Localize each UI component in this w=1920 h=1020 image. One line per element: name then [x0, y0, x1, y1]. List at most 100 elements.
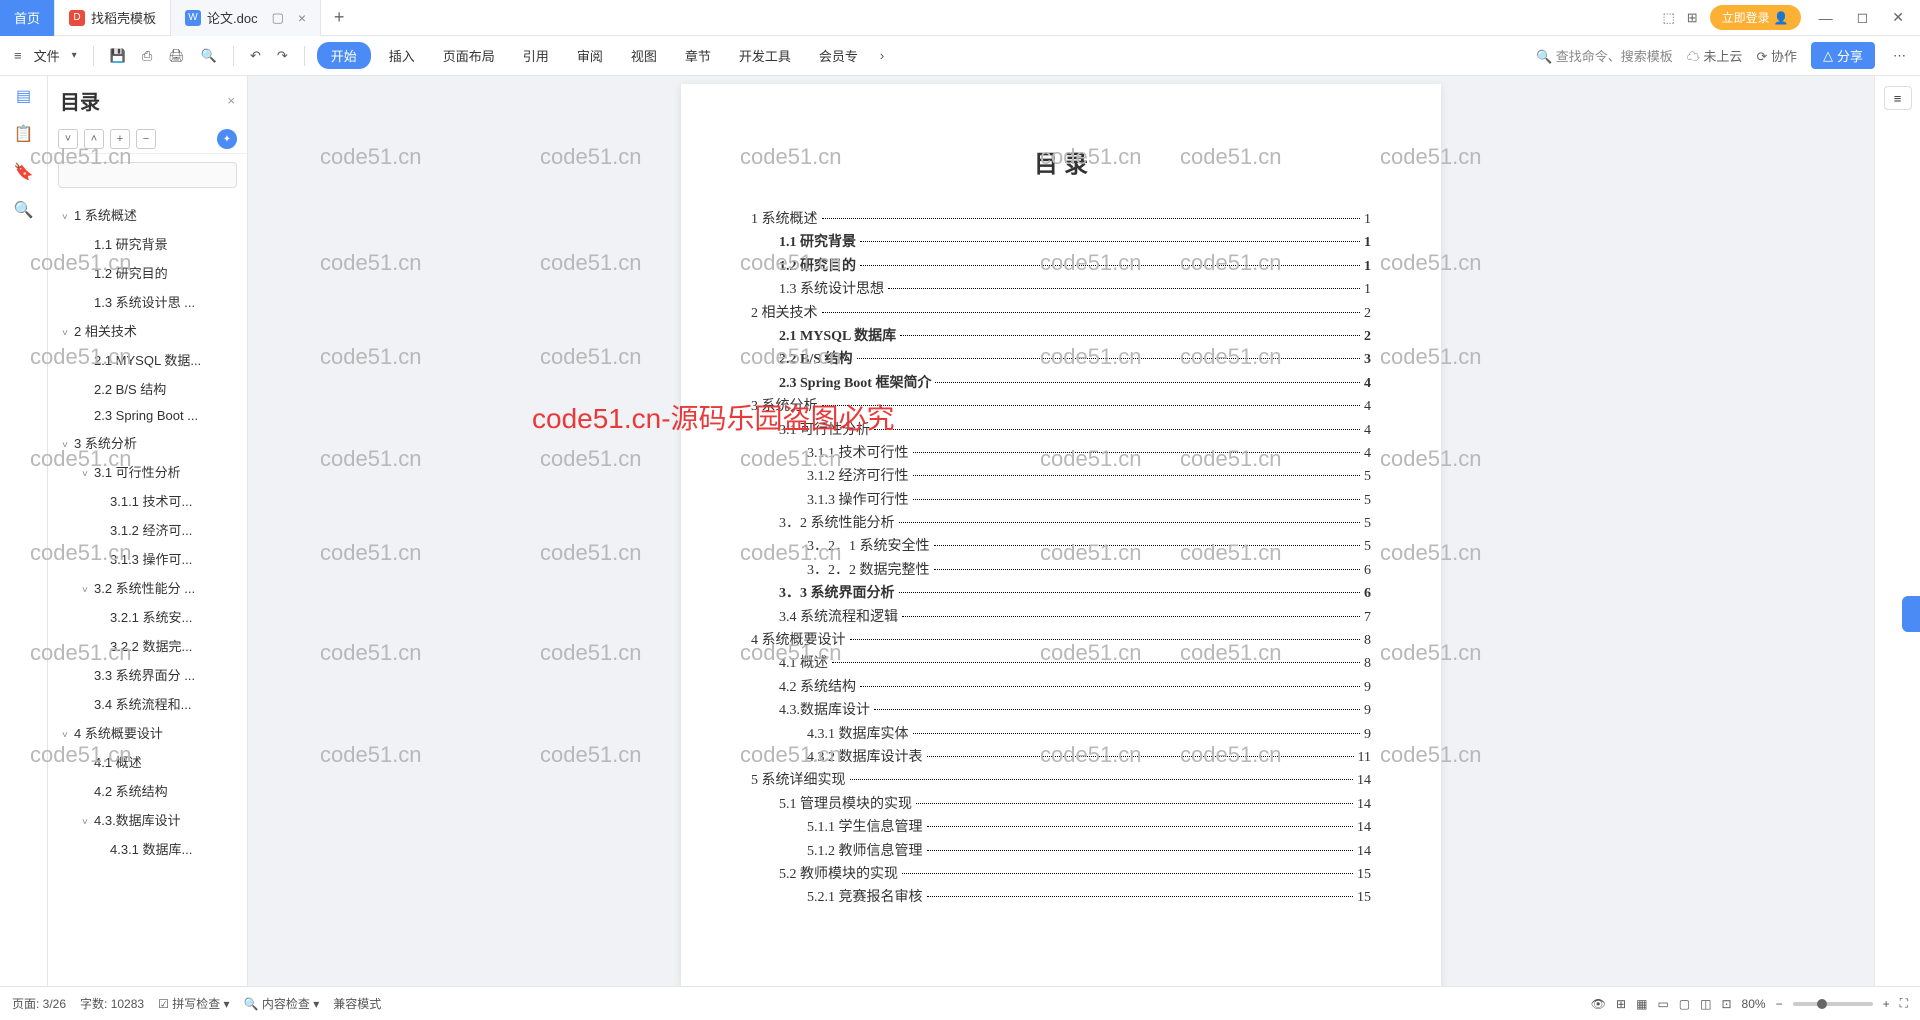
menu-devtools[interactable]: 开发工具 [729, 42, 801, 69]
toc-line[interactable]: 3．3 系统界面分析6 [751, 583, 1371, 605]
outline-item[interactable]: 3.3 系统界面分 ... [48, 660, 247, 689]
web-layout-icon[interactable]: ▢ [1679, 997, 1690, 1011]
toc-line[interactable]: 3.1 可行性分析4 [751, 420, 1371, 442]
zoom-slider[interactable] [1793, 1002, 1873, 1006]
toc-line[interactable]: 1.3 系统设计思想1 [751, 279, 1371, 301]
menu-view[interactable]: 视图 [621, 42, 667, 69]
toc-line[interactable]: 3.1.1 技术可行性4 [751, 443, 1371, 465]
feedback-tab[interactable] [1902, 596, 1920, 632]
outline-close-icon[interactable]: × [227, 93, 235, 108]
close-icon[interactable]: × [298, 10, 306, 26]
toc-line[interactable]: 4.1 概述8 [751, 653, 1371, 675]
find-icon[interactable]: 🔍 [14, 200, 34, 220]
more-icon[interactable]: ⋯ [1889, 44, 1910, 68]
toc-line[interactable]: 1 系统概述1 [751, 209, 1371, 231]
toc-line[interactable]: 5 系统详细实现14 [751, 770, 1371, 792]
save-icon[interactable]: 💾 [106, 44, 130, 68]
minimize-icon[interactable]: — [1813, 10, 1839, 26]
toc-line[interactable]: 2 相关技术2 [751, 303, 1371, 325]
zoom-level[interactable]: 80% [1742, 997, 1766, 1011]
outline-item[interactable]: ˅3.1 可行性分析 [48, 457, 247, 486]
layout-icon[interactable]: ⬚ [1662, 10, 1674, 26]
content-check[interactable]: 🔍 内容检查 ▾ [244, 995, 320, 1012]
tab-home[interactable]: 首页 [0, 0, 55, 36]
toc-line[interactable]: 2.3 Spring Boot 框架简介4 [751, 373, 1371, 395]
zoom-out-icon[interactable]: − [1776, 997, 1783, 1011]
fullscreen-icon[interactable]: ⛶ [1900, 996, 1908, 1011]
outline-item[interactable]: ˅1 系统概述 [48, 200, 247, 229]
apps-icon[interactable]: ⊞ [1687, 10, 1698, 26]
outline-icon[interactable]: ▤ [16, 86, 31, 106]
page-view-icon[interactable]: ▦ [1636, 997, 1647, 1011]
toc-line[interactable]: 5.1.1 学生信息管理14 [751, 817, 1371, 839]
toc-line[interactable]: 5.1 管理员模块的实现14 [751, 794, 1371, 816]
chevron-right-icon[interactable]: › [876, 44, 888, 67]
eye-icon[interactable]: 👁 [1591, 997, 1606, 1011]
outline-item[interactable]: 3.1.3 操作可... [48, 544, 247, 573]
ruler-icon[interactable]: ⊡ [1721, 997, 1731, 1011]
print-icon[interactable]: 🖨 [164, 44, 189, 68]
toc-line[interactable]: 3.1.2 经济可行性5 [751, 466, 1371, 488]
search-box[interactable]: 🔍 查找命令、搜索模板 [1536, 46, 1673, 65]
outline-item[interactable]: ˅3.2 系统性能分 ... [48, 573, 247, 602]
tab-document[interactable]: W 论文.doc ▢ × [171, 0, 321, 36]
save-as-icon[interactable]: ⎙ [138, 44, 156, 68]
toc-line[interactable]: 3.4 系统流程和逻辑7 [751, 607, 1371, 629]
clipboard-icon[interactable]: 📋 [14, 124, 34, 144]
page-indicator[interactable]: 页面: 3/26 [12, 995, 66, 1012]
toc-line[interactable]: 3.1.3 操作可行性5 [751, 490, 1371, 512]
outline-item[interactable]: 3.1.2 经济可... [48, 515, 247, 544]
outline-item[interactable]: 3.2.1 系统安... [48, 602, 247, 631]
compat-mode[interactable]: 兼容模式 [333, 995, 381, 1012]
remove-icon[interactable]: − [136, 129, 156, 149]
toc-line[interactable]: 4.3.1 数据库实体9 [751, 724, 1371, 746]
menu-icon[interactable]: ≡ [10, 44, 26, 67]
share-button[interactable]: △分享 [1811, 42, 1875, 69]
menu-insert[interactable]: 插入 [379, 42, 425, 69]
toc-line[interactable]: 5.1.2 教师信息管理14 [751, 841, 1371, 863]
toc-line[interactable]: 4.2 系统结构9 [751, 677, 1371, 699]
monitor-icon[interactable]: ▢ [272, 10, 284, 26]
add-icon[interactable]: + [110, 129, 130, 149]
expand-all-icon[interactable]: ˄ [84, 129, 104, 149]
outline-item[interactable]: 2.2 B/S 结构 [48, 374, 247, 403]
outline-item[interactable]: ˅4.3.数据库设计 [48, 805, 247, 834]
new-tab-button[interactable]: + [321, 7, 357, 28]
menu-start[interactable]: 开始 [317, 42, 371, 69]
menu-chapter[interactable]: 章节 [675, 42, 721, 69]
outline-item[interactable]: ˅2 相关技术 [48, 316, 247, 345]
redo-icon[interactable]: ↷ [273, 44, 292, 68]
tab-templates[interactable]: D 找稻壳模板 [55, 0, 171, 36]
menu-reference[interactable]: 引用 [513, 42, 559, 69]
cloud-status[interactable]: ☁ 未上云 [1687, 46, 1743, 65]
outline-search-input[interactable] [58, 162, 237, 188]
split-icon[interactable]: ◫ [1700, 997, 1711, 1011]
preview-icon[interactable]: 🔍 [197, 44, 221, 68]
toc-line[interactable]: 5.2.1 竞赛报名审核15 [751, 887, 1371, 909]
outline-item[interactable]: ˅4 系统概要设计 [48, 718, 247, 747]
ai-chat-icon[interactable]: ✦ [217, 129, 237, 149]
outline-item[interactable]: 2.1 MYSQL 数据... [48, 345, 247, 374]
toc-line[interactable]: 2.1 MYSQL 数据库2 [751, 326, 1371, 348]
read-mode-icon[interactable]: ▭ [1657, 997, 1668, 1011]
toc-line[interactable]: 1.2 研究目的1 [751, 256, 1371, 278]
undo-icon[interactable]: ↶ [246, 44, 265, 68]
collab-button[interactable]: ⟳ 协作 [1756, 46, 1797, 65]
maximize-icon[interactable]: ◻ [1851, 9, 1875, 26]
toc-line[interactable]: 3．2 系统性能分析5 [751, 513, 1371, 535]
outline-item[interactable]: 2.3 Spring Boot ... [48, 403, 247, 428]
outline-item[interactable]: 1.1 研究背景 [48, 229, 247, 258]
toc-line[interactable]: 3 系统分析4 [751, 396, 1371, 418]
menu-member[interactable]: 会员专 [809, 42, 868, 69]
zoom-in-icon[interactable]: + [1883, 997, 1890, 1011]
outline-item[interactable]: 4.3.1 数据库... [48, 834, 247, 863]
toc-line[interactable]: 4 系统概要设计8 [751, 630, 1371, 652]
menu-layout[interactable]: 页面布局 [433, 42, 505, 69]
grid-icon[interactable]: ⊞ [1616, 997, 1626, 1011]
collapse-all-icon[interactable]: ˅ [58, 129, 78, 149]
toc-line[interactable]: 4.3.数据库设计9 [751, 700, 1371, 722]
spellcheck-toggle[interactable]: ☑ 拼写检查 ▾ [158, 995, 229, 1012]
toc-line[interactable]: 2.2 B/S 结构3 [751, 349, 1371, 371]
toc-line[interactable]: 3．2．2 数据完整性6 [751, 560, 1371, 582]
panel-toggle-icon[interactable]: ≡ [1884, 86, 1912, 110]
